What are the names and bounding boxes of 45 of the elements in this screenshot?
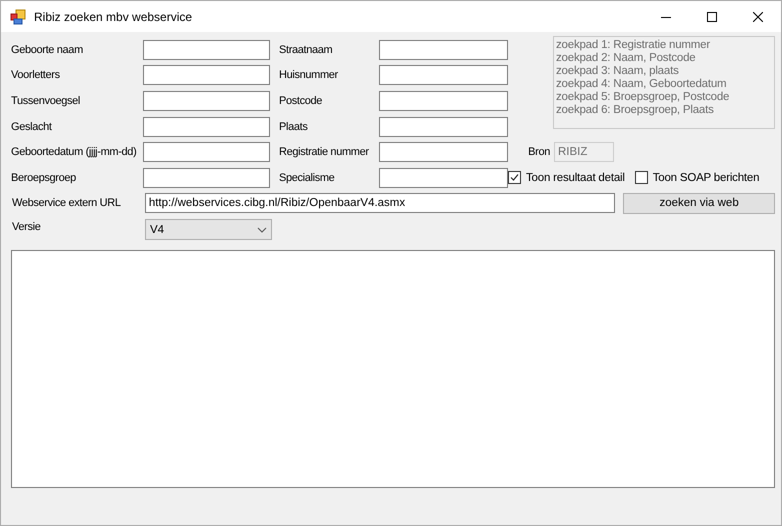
url-field[interactable]: http://webservices.cibg.nl/Ribiz/OpenbaarV4.asmx (144, 193, 616, 214)
input-field[interactable] (379, 90, 508, 111)
app-icon (10, 8, 26, 24)
field-label: Tussenvoegsel (11, 94, 82, 107)
field-label: Huisnummer (279, 69, 339, 82)
input-field[interactable] (143, 116, 270, 137)
input-field[interactable] (379, 40, 508, 60)
input-field[interactable] (379, 168, 508, 188)
field-label: Geboortedatum (jjjj-mm-dd) (11, 146, 138, 158)
search-path-text: zoekpad 6: Broepsgroep, Plaats (556, 104, 715, 117)
input-field[interactable] (143, 65, 270, 86)
check-icon (510, 173, 519, 182)
source-field[interactable]: RIBIZ (554, 142, 614, 162)
input-field[interactable] (379, 65, 508, 86)
close-icon (753, 12, 763, 22)
input-field[interactable] (143, 40, 270, 60)
field-label: Voorletters (11, 69, 61, 82)
input-field[interactable] (379, 142, 508, 162)
field-label: Specialisme (279, 172, 336, 184)
chevron-down-icon (257, 226, 267, 233)
url-label: Webservice extern URL (11, 197, 122, 210)
search-path-text: zoekpad 1: Registratie nummer (556, 39, 711, 52)
search-button[interactable]: zoeken via web (623, 192, 775, 214)
version-dropdown[interactable]: V4 (145, 219, 272, 240)
search-path-text: zoekpad 5: Broepsgroep, Postcode (556, 91, 730, 104)
version-label: Versie (11, 220, 42, 233)
input-field[interactable] (143, 90, 270, 111)
source-label: Bron (528, 146, 550, 158)
maximize-icon (707, 12, 717, 22)
input-field[interactable] (143, 168, 270, 188)
search-path-text: zoekpad 3: Naam, plaats (556, 65, 680, 78)
field-label: Beroepsgroep (11, 172, 77, 184)
input-field[interactable] (143, 142, 270, 162)
search-path-text: zoekpad 4: Naam, Geboortedatum (556, 78, 728, 91)
field-label: Plaats (279, 120, 308, 133)
input-field[interactable] (379, 116, 508, 137)
field-label: Geboorte naam (11, 44, 84, 56)
field-label: Straatnaam (279, 44, 334, 56)
search-path-text: zoekpad 2: Naam, Postcode (556, 52, 696, 65)
field-label: Postcode (279, 94, 324, 107)
field-label: Geslacht (11, 120, 53, 133)
checkbox[interactable]: Toon SOAP berichten (634, 171, 760, 184)
checkbox[interactable]: Toon resultaat detail (508, 171, 625, 184)
field-label: Registratie nummer (279, 146, 370, 158)
window-title: Ribiz zoeken mbv webservice (34, 10, 192, 24)
